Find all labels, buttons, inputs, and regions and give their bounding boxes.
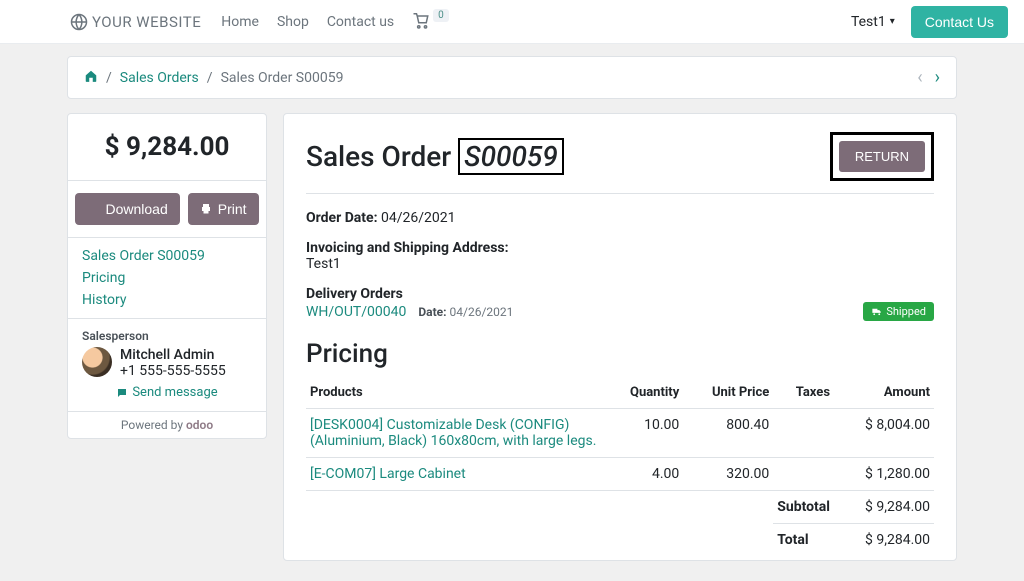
truck-icon — [871, 306, 882, 317]
chat-icon — [116, 387, 128, 399]
address-value: Test1 — [306, 256, 934, 272]
powered-by: Powered by odoo — [68, 411, 266, 438]
avatar — [82, 347, 112, 377]
delivery-label: Delivery Orders — [306, 286, 403, 302]
cell-taxes — [773, 409, 834, 458]
download-button[interactable]: Download — [75, 193, 179, 225]
cart-count-badge: 0 — [433, 9, 449, 22]
cell-unit: 320.00 — [683, 458, 773, 491]
breadcrumb-bar: / Sales Orders / Sales Order S00059 ‹ › — [67, 56, 957, 99]
globe-icon — [70, 13, 88, 31]
breadcrumb: / Sales Orders / Sales Order S00059 — [84, 69, 917, 87]
breadcrumb-sep: / — [207, 70, 213, 86]
pager-prev[interactable]: ‹ — [917, 67, 922, 88]
powered-by-text: Powered by — [121, 418, 183, 432]
nav-links: Home Shop Contact us — [221, 14, 394, 30]
subtotal-label: Subtotal — [773, 491, 834, 524]
cell-unit: 800.40 — [683, 409, 773, 458]
product-link[interactable]: [DESK0004] Customizable Desk (CONFIG) (A… — [310, 417, 596, 449]
breadcrumb-home[interactable] — [84, 69, 98, 87]
total-label: Total — [773, 524, 834, 557]
order-date-value: 04/26/2021 — [381, 210, 456, 226]
delivery-order-link[interactable]: WH/OUT/00040 — [306, 304, 406, 320]
nav-contact[interactable]: Contact us — [327, 14, 394, 30]
col-amount: Amount — [834, 377, 934, 409]
salesperson-phone: +1 555-555-5555 — [120, 363, 226, 379]
caret-down-icon: ▾ — [890, 16, 895, 27]
sidebar: $ 9,284.00 Download Print Sales Order S0… — [67, 113, 267, 439]
cell-taxes — [773, 458, 834, 491]
user-menu[interactable]: Test1 ▾ — [851, 14, 895, 30]
print-label: Print — [218, 201, 247, 217]
cell-amount: $ 8,004.00 — [834, 409, 934, 458]
print-button[interactable]: Print — [188, 193, 259, 225]
send-message-link[interactable]: Send message — [116, 385, 217, 400]
cart-link[interactable]: 0 — [412, 13, 449, 31]
sidebar-link-order[interactable]: Sales Order S00059 — [82, 248, 252, 264]
salesperson-name: Mitchell Admin — [120, 347, 226, 363]
print-icon — [200, 203, 212, 215]
breadcrumb-current: Sales Order S00059 — [221, 70, 344, 86]
order-meta: Order Date: 04/26/2021 Invoicing and Shi… — [306, 210, 934, 321]
pricing-table: Products Quantity Unit Price Taxes Amoun… — [306, 377, 934, 556]
sidebar-link-history[interactable]: History — [82, 292, 252, 308]
breadcrumb-sales-orders[interactable]: Sales Orders — [120, 70, 199, 86]
download-label: Download — [105, 201, 167, 217]
pager: ‹ › — [917, 67, 940, 88]
breadcrumb-sep: / — [106, 70, 112, 86]
return-highlight: RETURN — [830, 132, 934, 181]
product-link[interactable]: [E-COM07] Large Cabinet — [310, 466, 466, 482]
nav-home[interactable]: Home — [221, 14, 259, 30]
sidebar-link-pricing[interactable]: Pricing — [82, 270, 252, 286]
nav-shop[interactable]: Shop — [277, 14, 309, 30]
address-label: Invoicing and Shipping Address: — [306, 240, 509, 256]
pager-next[interactable]: › — [935, 67, 940, 88]
col-qty: Quantity — [603, 377, 683, 409]
cell-amount: $ 1,280.00 — [834, 458, 934, 491]
main-panel: Sales Order S00059 RETURN Order Date: 04… — [283, 113, 957, 561]
order-total: $ 9,284.00 — [68, 114, 266, 180]
download-icon — [87, 203, 99, 215]
order-date-label: Order Date: — [306, 210, 378, 226]
contact-us-button[interactable]: Contact Us — [911, 6, 1008, 38]
title-prefix: Sales Order — [306, 140, 451, 173]
return-button[interactable]: RETURN — [839, 141, 925, 172]
navbar: YOUR WEBSITE Home Shop Contact us 0 Test… — [0, 0, 1024, 44]
delivery-date-label: Date: — [418, 305, 446, 319]
salesperson-label: Salesperson — [82, 329, 252, 343]
odoo-logo: odoo — [186, 418, 213, 432]
table-row: [DESK0004] Customizable Desk (CONFIG) (A… — [306, 409, 934, 458]
pricing-heading: Pricing — [306, 339, 934, 369]
table-row: [E-COM07] Large Cabinet 4.00 320.00 $ 1,… — [306, 458, 934, 491]
shipped-text: Shipped — [886, 305, 926, 318]
title-order-number: S00059 — [458, 138, 564, 175]
col-products: Products — [306, 377, 603, 409]
cell-qty: 10.00 — [603, 409, 683, 458]
brand-text: YOUR WEBSITE — [92, 13, 201, 31]
delivery-date-value: 04/26/2021 — [450, 305, 514, 319]
shipped-badge: Shipped — [863, 302, 934, 321]
total-value: $ 9,284.00 — [834, 524, 934, 557]
col-unit: Unit Price — [683, 377, 773, 409]
page-title: Sales Order S00059 — [306, 138, 564, 175]
brand-logo[interactable]: YOUR WEBSITE — [70, 13, 201, 31]
cell-qty: 4.00 — [603, 458, 683, 491]
user-name: Test1 — [851, 14, 886, 30]
home-icon — [84, 69, 98, 83]
col-taxes: Taxes — [773, 377, 834, 409]
subtotal-value: $ 9,284.00 — [834, 491, 934, 524]
cart-icon — [412, 13, 430, 31]
send-message-label: Send message — [132, 385, 217, 400]
